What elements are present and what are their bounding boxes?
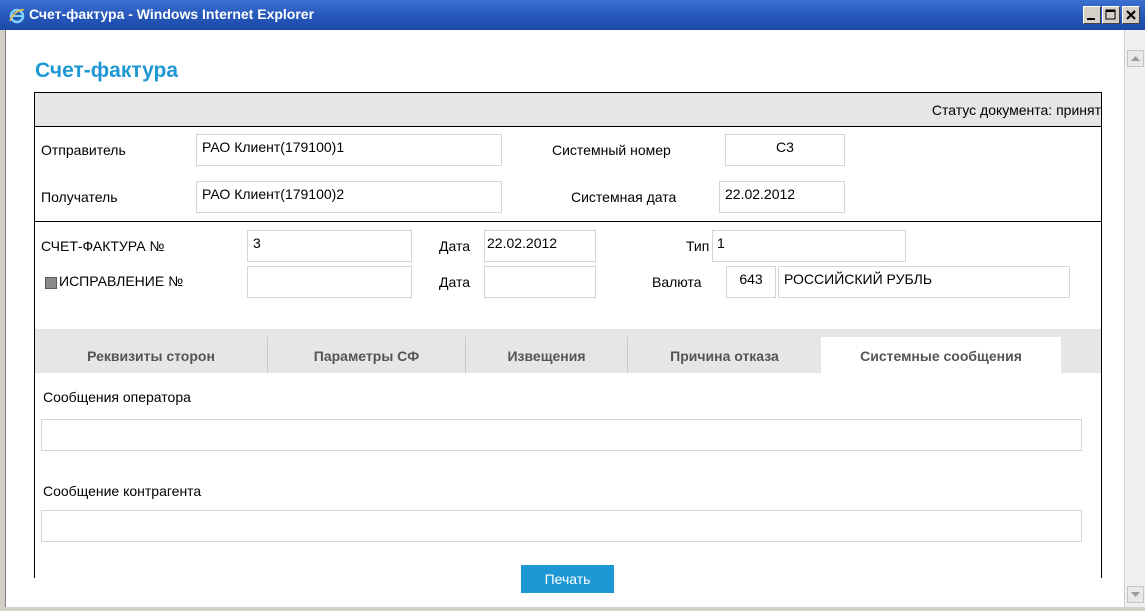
currency-label: Валюта <box>652 274 702 290</box>
tab-notifications[interactable]: Извещения <box>465 337 627 373</box>
correction-label: ИСПРАВЛЕНИЕ № <box>59 273 184 289</box>
operator-messages-field[interactable] <box>41 419 1082 451</box>
invoice-date-field[interactable]: 22.02.2012 <box>484 230 596 262</box>
system-number-label: Системный номер <box>552 142 671 158</box>
invoice-panel: Статус документа: принят Отправитель РАО… <box>34 92 1102 578</box>
page-title: Счет-фактура <box>35 59 179 82</box>
close-button[interactable] <box>1122 6 1140 24</box>
sender-field[interactable]: РАО Клиент(179100)1 <box>196 134 502 166</box>
type-label: Тип <box>686 238 710 254</box>
tab-system-messages[interactable]: Системные сообщения <box>821 337 1061 373</box>
print-button[interactable]: Печать <box>521 565 614 593</box>
status-bar: Статус документа: принят <box>35 93 1101 127</box>
tab-rejection-reason[interactable]: Причина отказа <box>627 337 821 373</box>
vertical-scrollbar[interactable] <box>1124 30 1145 607</box>
maximize-button[interactable] <box>1102 6 1120 24</box>
tab-party-details[interactable]: Реквизиты сторон <box>35 337 267 373</box>
recipient-label: Получатель <box>41 189 118 205</box>
system-number-field[interactable]: С3 <box>725 134 845 166</box>
system-date-field[interactable]: 22.02.2012 <box>719 181 845 213</box>
operator-messages-label: Сообщения оператора <box>43 389 191 405</box>
window-frame-bottom <box>0 607 1145 611</box>
close-icon <box>1126 10 1136 20</box>
minimize-icon <box>1087 18 1095 20</box>
internet-explorer-icon <box>9 8 25 24</box>
counterparty-message-label: Сообщение контрагента <box>43 483 202 499</box>
counterparty-message-field[interactable] <box>41 510 1082 542</box>
scroll-down-button[interactable] <box>1127 586 1144 603</box>
sender-label: Отправитель <box>41 142 126 158</box>
tab-invoice-params[interactable]: Параметры СФ <box>267 337 465 373</box>
invoice-number-field[interactable]: 3 <box>247 230 412 262</box>
system-date-label: Системная дата <box>571 189 677 205</box>
system-messages-content: Сообщения оператора Сообщение контрагент… <box>35 373 1101 578</box>
tab-bar: Реквизиты сторон Параметры СФ Извещения … <box>35 329 1101 373</box>
recipient-field[interactable]: РАО Клиент(179100)2 <box>196 181 502 213</box>
window-titlebar[interactable]: Счет-фактура - Windows Internet Explorer <box>0 0 1145 30</box>
correction-date-field[interactable] <box>484 266 596 298</box>
invoice-date-label: Дата <box>439 238 471 254</box>
scroll-up-button[interactable] <box>1127 50 1144 67</box>
window-title: Счет-фактура - Windows Internet Explorer <box>29 6 315 22</box>
arrow-up-icon <box>1131 56 1140 61</box>
document-status: Статус документа: принят <box>931 102 1101 118</box>
invoice-number-label: СЧЕТ-ФАКТУРА № <box>41 238 165 254</box>
correction-number-field[interactable] <box>247 266 412 298</box>
type-field[interactable]: 1 <box>712 230 906 262</box>
minimize-button[interactable] <box>1083 6 1101 24</box>
maximize-icon <box>1105 9 1116 20</box>
parties-section: Отправитель РАО Клиент(179100)1 Системны… <box>35 127 1101 222</box>
window-frame-left <box>0 30 6 611</box>
correction-date-label: Дата <box>439 274 471 290</box>
arrow-down-icon <box>1131 592 1140 597</box>
correction-checkbox[interactable] <box>45 277 57 289</box>
currency-name-field[interactable]: РОССИЙСКИЙ РУБЛЬ <box>778 266 1070 298</box>
currency-code-field[interactable]: 643 <box>726 266 776 298</box>
